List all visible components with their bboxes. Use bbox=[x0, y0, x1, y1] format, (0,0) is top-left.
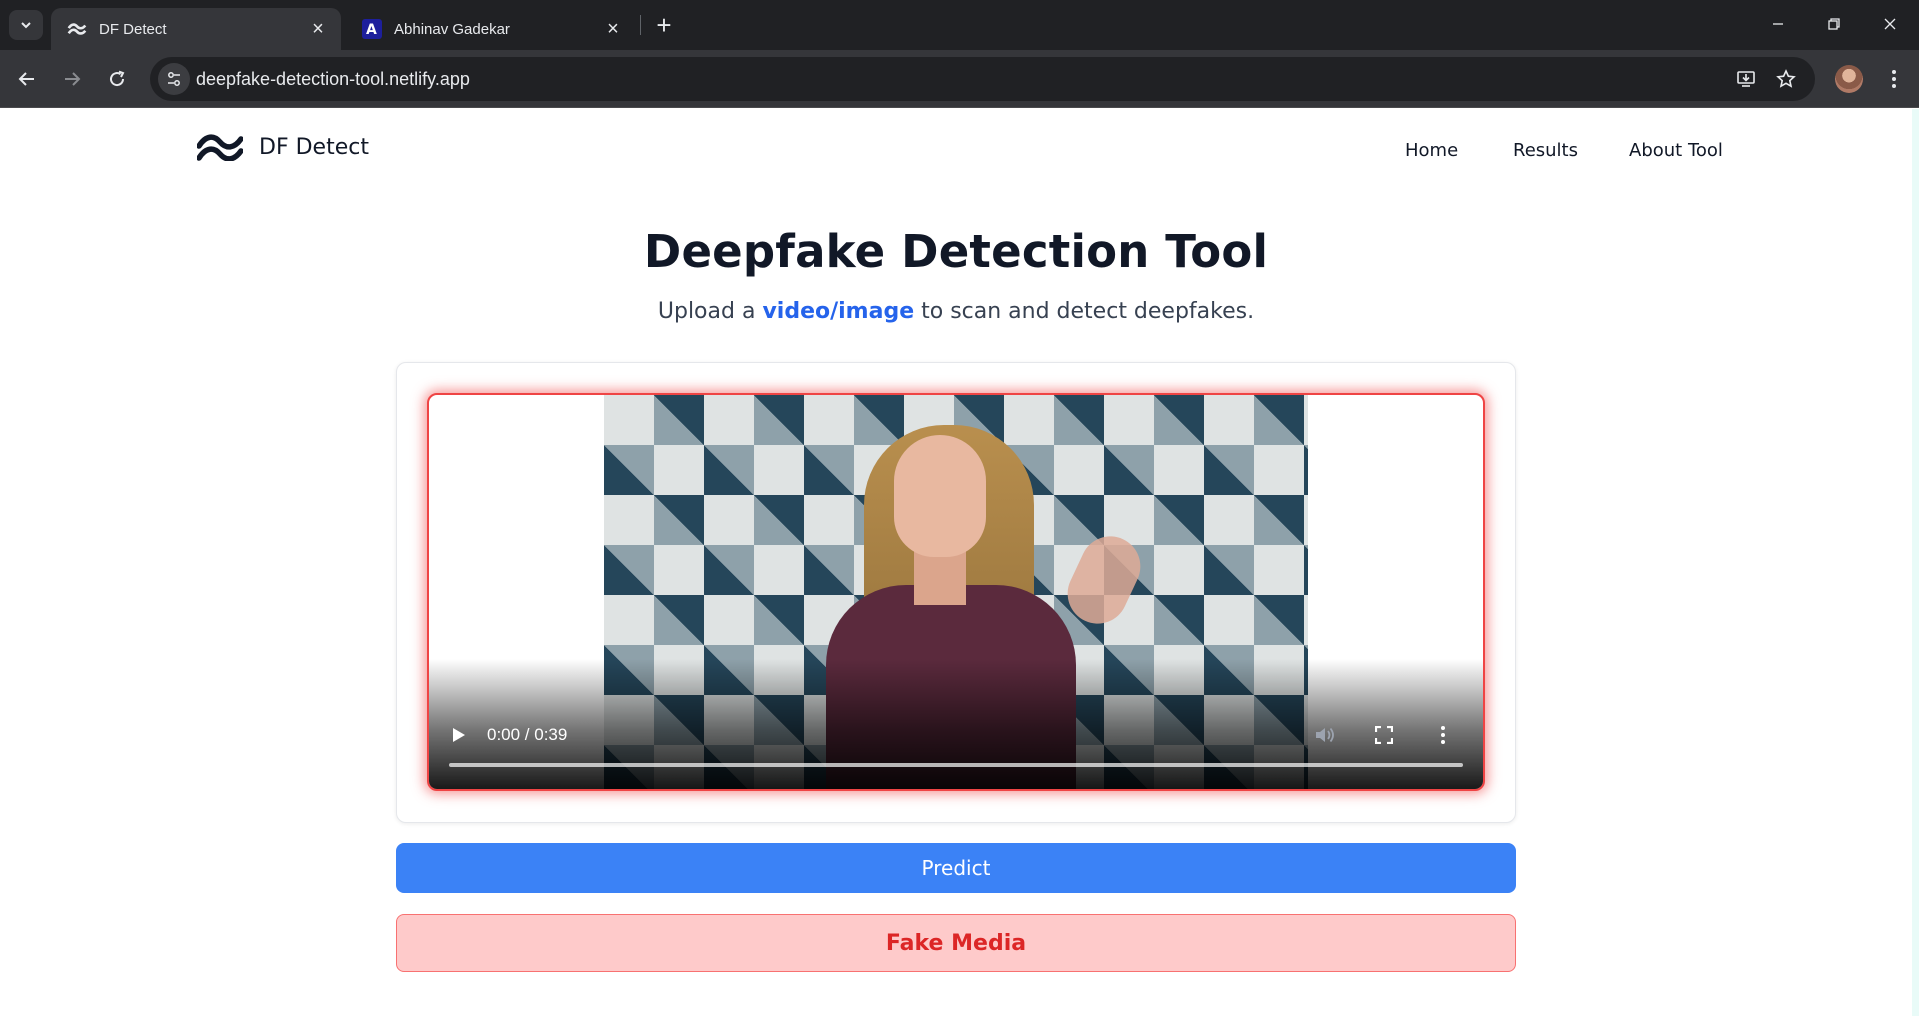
video-player[interactable]: 0:00 / 0:39 bbox=[427, 393, 1485, 791]
url-text[interactable]: deepfake-detection-tool.netlify.app bbox=[196, 69, 470, 90]
df-detect-logo-icon bbox=[67, 19, 87, 39]
nav-link-home[interactable]: Home bbox=[1405, 140, 1458, 161]
star-icon bbox=[1776, 69, 1796, 88]
new-tab-button[interactable]: + bbox=[650, 12, 678, 40]
profile-avatar[interactable] bbox=[1835, 65, 1863, 93]
minimize-icon bbox=[1773, 23, 1783, 25]
portfolio-logo-icon: A bbox=[362, 19, 382, 39]
tab-title: Abhinav Gadekar bbox=[394, 20, 510, 38]
play-button[interactable] bbox=[447, 723, 471, 747]
address-bar[interactable]: deepfake-detection-tool.netlify.app bbox=[150, 57, 1815, 101]
arrow-right-icon bbox=[65, 72, 81, 86]
browser-toolbar: deepfake-detection-tool.netlify.app bbox=[0, 50, 1919, 108]
video-options-button[interactable] bbox=[1429, 721, 1457, 749]
subtitle-link[interactable]: video/image bbox=[762, 299, 914, 324]
minimize-button[interactable] bbox=[1758, 8, 1798, 40]
tab-df-detect[interactable]: DF Detect × bbox=[51, 8, 341, 50]
restore-button[interactable] bbox=[1814, 8, 1854, 40]
tune-icon bbox=[168, 72, 180, 86]
svg-text:A: A bbox=[366, 22, 377, 38]
play-icon bbox=[453, 728, 465, 742]
bookmark-button[interactable] bbox=[1772, 65, 1800, 93]
reload-icon bbox=[110, 70, 125, 87]
tab-title: DF Detect bbox=[99, 20, 167, 38]
tab-separator bbox=[640, 15, 641, 35]
fullscreen-button[interactable] bbox=[1370, 721, 1398, 749]
arrow-left-icon bbox=[18, 72, 34, 86]
nav-link-results[interactable]: Results bbox=[1513, 140, 1578, 161]
subtitle-text-after: to scan and detect deepfakes. bbox=[914, 299, 1255, 324]
nav-link-about-tool[interactable]: About Tool bbox=[1629, 140, 1723, 161]
back-button[interactable] bbox=[11, 63, 43, 95]
browser-tab-bar: DF Detect × A Abhinav Gadekar × + bbox=[0, 0, 1919, 50]
subtitle-text-before: Upload a bbox=[657, 299, 763, 324]
close-tab-icon[interactable]: × bbox=[602, 18, 624, 40]
reload-button[interactable] bbox=[101, 63, 133, 95]
fullscreen-icon bbox=[1375, 726, 1393, 744]
wave-logo-icon bbox=[197, 134, 243, 161]
brand-name: DF Detect bbox=[259, 134, 369, 160]
page-subtitle: Upload a video/image to scan and detect … bbox=[0, 299, 1912, 324]
tab-abhinav-gadekar[interactable]: A Abhinav Gadekar × bbox=[346, 8, 636, 50]
chevron-down-icon bbox=[21, 22, 31, 29]
video-time: 0:00 / 0:39 bbox=[487, 725, 568, 744]
close-icon bbox=[1884, 18, 1896, 30]
more-vertical-icon bbox=[1441, 726, 1445, 744]
predict-button[interactable]: Predict bbox=[396, 843, 1516, 893]
forward-button[interactable] bbox=[56, 63, 88, 95]
site-info-button[interactable] bbox=[158, 63, 190, 95]
media-preview-card: 0:00 / 0:39 bbox=[396, 362, 1516, 823]
video-subject-face bbox=[894, 435, 986, 557]
browser-menu-button[interactable] bbox=[1880, 64, 1908, 94]
close-window-button[interactable] bbox=[1870, 8, 1910, 40]
tab-search-button[interactable] bbox=[9, 10, 43, 40]
close-tab-icon[interactable]: × bbox=[307, 18, 329, 40]
mute-button[interactable] bbox=[1311, 721, 1339, 749]
restore-icon bbox=[1828, 18, 1840, 30]
video-progress-bar[interactable] bbox=[449, 763, 1463, 767]
install-app-button[interactable] bbox=[1732, 65, 1760, 93]
web-page: DF Detect Home Results About Tool Deepfa… bbox=[0, 109, 1912, 1016]
page-title: Deepfake Detection Tool bbox=[643, 225, 1269, 278]
volume-icon bbox=[1316, 727, 1334, 743]
install-icon bbox=[1737, 71, 1755, 87]
prediction-result-badge: Fake Media bbox=[396, 914, 1516, 972]
brand[interactable]: DF Detect bbox=[197, 133, 369, 161]
more-vertical-icon bbox=[1892, 70, 1896, 88]
page-edge-strip bbox=[1912, 109, 1919, 1016]
